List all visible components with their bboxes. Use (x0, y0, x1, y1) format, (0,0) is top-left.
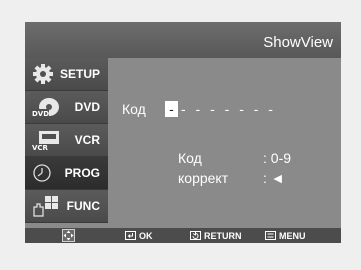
hand-grid-icon (33, 196, 58, 217)
sidebar-item-label: DVD (74, 100, 100, 114)
ok-hint[interactable]: OK (125, 230, 153, 241)
showview-panel: Код - - - - - - - - Код : 0-9 коррект : … (108, 58, 341, 228)
sidebar-item-label: PROG (64, 166, 100, 180)
hint-correct-value: : ◄ (263, 170, 285, 186)
hint-code-value: : 0-9 (263, 150, 292, 166)
sidebar-item-vcr[interactable]: VCR VCR (25, 124, 108, 157)
sidebar-item-prog[interactable]: PROG (25, 157, 108, 190)
return-hint[interactable]: RETURN (190, 230, 242, 241)
svg-text:VCR: VCR (32, 144, 49, 152)
ok-label: OK (139, 230, 153, 241)
bottom-bar: OK RETURN MENU (25, 228, 341, 243)
hint-code-label: Код (178, 150, 202, 166)
page-title: ShowView (263, 34, 333, 51)
menu-label: MENU (279, 230, 306, 241)
svg-text:DVD: DVD (32, 110, 49, 118)
sidebar-item-label: FUNC (66, 199, 100, 213)
title-bar: ShowView (25, 22, 341, 58)
dpad-icon (62, 229, 75, 242)
return-icon (190, 231, 201, 240)
code-input-cursor[interactable]: - (165, 101, 178, 117)
menu-hint[interactable]: MENU (265, 230, 306, 241)
code-input-digits[interactable]: - - - - - - - (181, 101, 276, 117)
hint-correct-label: коррект (178, 170, 229, 186)
osd-screen: ShowView SETUP DVD DVD VCR VCR PROG FUNC… (25, 22, 341, 243)
return-label: RETURN (204, 230, 242, 241)
gear-icon (33, 64, 53, 84)
sidebar-item-func[interactable]: FUNC (25, 190, 108, 223)
sidebar: SETUP DVD DVD VCR VCR PROG FUNC (25, 58, 108, 228)
enter-icon (125, 231, 136, 240)
clock-icon (33, 164, 51, 182)
sidebar-item-label: VCR (74, 133, 100, 147)
dvd-disc-icon: DVD (31, 98, 59, 118)
sidebar-item-dvd[interactable]: DVD DVD (25, 91, 108, 124)
code-label: Код (122, 101, 146, 117)
menu-icon (265, 231, 276, 240)
vcr-cassette-icon: VCR (32, 131, 59, 152)
sidebar-item-label: SETUP (59, 67, 100, 81)
sidebar-item-setup[interactable]: SETUP (25, 58, 108, 91)
